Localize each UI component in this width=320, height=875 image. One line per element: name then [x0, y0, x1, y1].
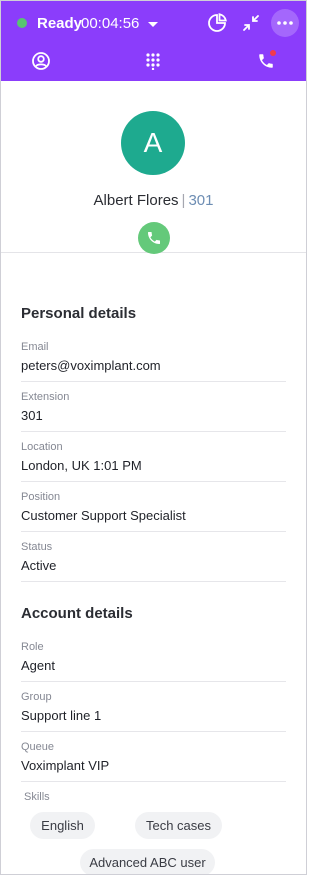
- field-value: Support line 1: [21, 708, 102, 723]
- queue-field: Queue Voximplant VIP: [21, 732, 286, 782]
- top-bar: Ready 00:04:56: [1, 1, 306, 81]
- field-value: Voximplant VIP: [21, 758, 110, 773]
- nav-bar: [1, 45, 306, 81]
- name-separator: |: [181, 192, 186, 209]
- field-label: Location: [21, 441, 63, 453]
- extension-field: Extension 301: [21, 382, 286, 432]
- avatar: A: [121, 111, 185, 175]
- email-field: Email peters@voximplant.com: [21, 332, 286, 382]
- personal-details-title: Personal details: [21, 305, 137, 322]
- location-field: Location London, UK 1:01 PM: [21, 432, 286, 482]
- field-label: Role: [21, 641, 44, 653]
- profile-icon[interactable]: [29, 49, 53, 73]
- chevron-down-icon[interactable]: [146, 17, 160, 31]
- more-icon[interactable]: [271, 9, 299, 37]
- skill-chip: Advanced ABC user: [80, 849, 215, 874]
- skill-chip: Tech cases: [135, 812, 222, 839]
- status-timer: 00:04:56: [81, 15, 140, 32]
- agent-extension: 301: [188, 192, 214, 209]
- field-label: Extension: [21, 391, 70, 403]
- field-value: Agent: [21, 658, 55, 673]
- field-label: Queue: [21, 741, 55, 753]
- position-field: Position Customer Support Specialist: [21, 482, 286, 532]
- account-details-title: Account details: [21, 605, 133, 622]
- agent-name-line: Albert Flores | 301: [1, 192, 306, 210]
- pie-chart-icon[interactable]: [204, 10, 230, 36]
- field-value: Customer Support Specialist: [21, 508, 186, 523]
- status-label: Ready: [37, 15, 83, 32]
- notification-dot: [270, 50, 276, 56]
- skill-chip: English: [30, 812, 95, 839]
- field-label: Group: [21, 691, 52, 703]
- field-label: Status: [21, 541, 53, 553]
- profile-card: A Albert Flores | 301: [1, 81, 306, 254]
- agent-profile-panel: Ready 00:04:56 A Albert Flores | 301 Per…: [0, 0, 307, 875]
- agent-name: Albert Flores: [93, 192, 179, 209]
- field-value: 301: [21, 408, 43, 423]
- field-value: Active: [21, 558, 57, 573]
- field-value[interactable]: peters@voximplant.com: [21, 358, 161, 374]
- field-label: Position: [21, 491, 61, 503]
- skills-label: Skills: [24, 791, 50, 803]
- status-dot-icon: [17, 18, 27, 28]
- role-field: Role Agent: [21, 632, 286, 682]
- call-button[interactable]: [138, 222, 170, 254]
- status-field: Status Active: [21, 532, 286, 582]
- phone-icon: [148, 232, 160, 244]
- field-label: Email: [21, 341, 49, 353]
- collapse-icon[interactable]: [238, 10, 264, 36]
- dialpad-icon[interactable]: [141, 49, 165, 73]
- group-field: Group Support line 1: [21, 682, 286, 732]
- phone-icon[interactable]: [254, 49, 278, 73]
- field-value: London, UK 1:01 PM: [21, 458, 142, 473]
